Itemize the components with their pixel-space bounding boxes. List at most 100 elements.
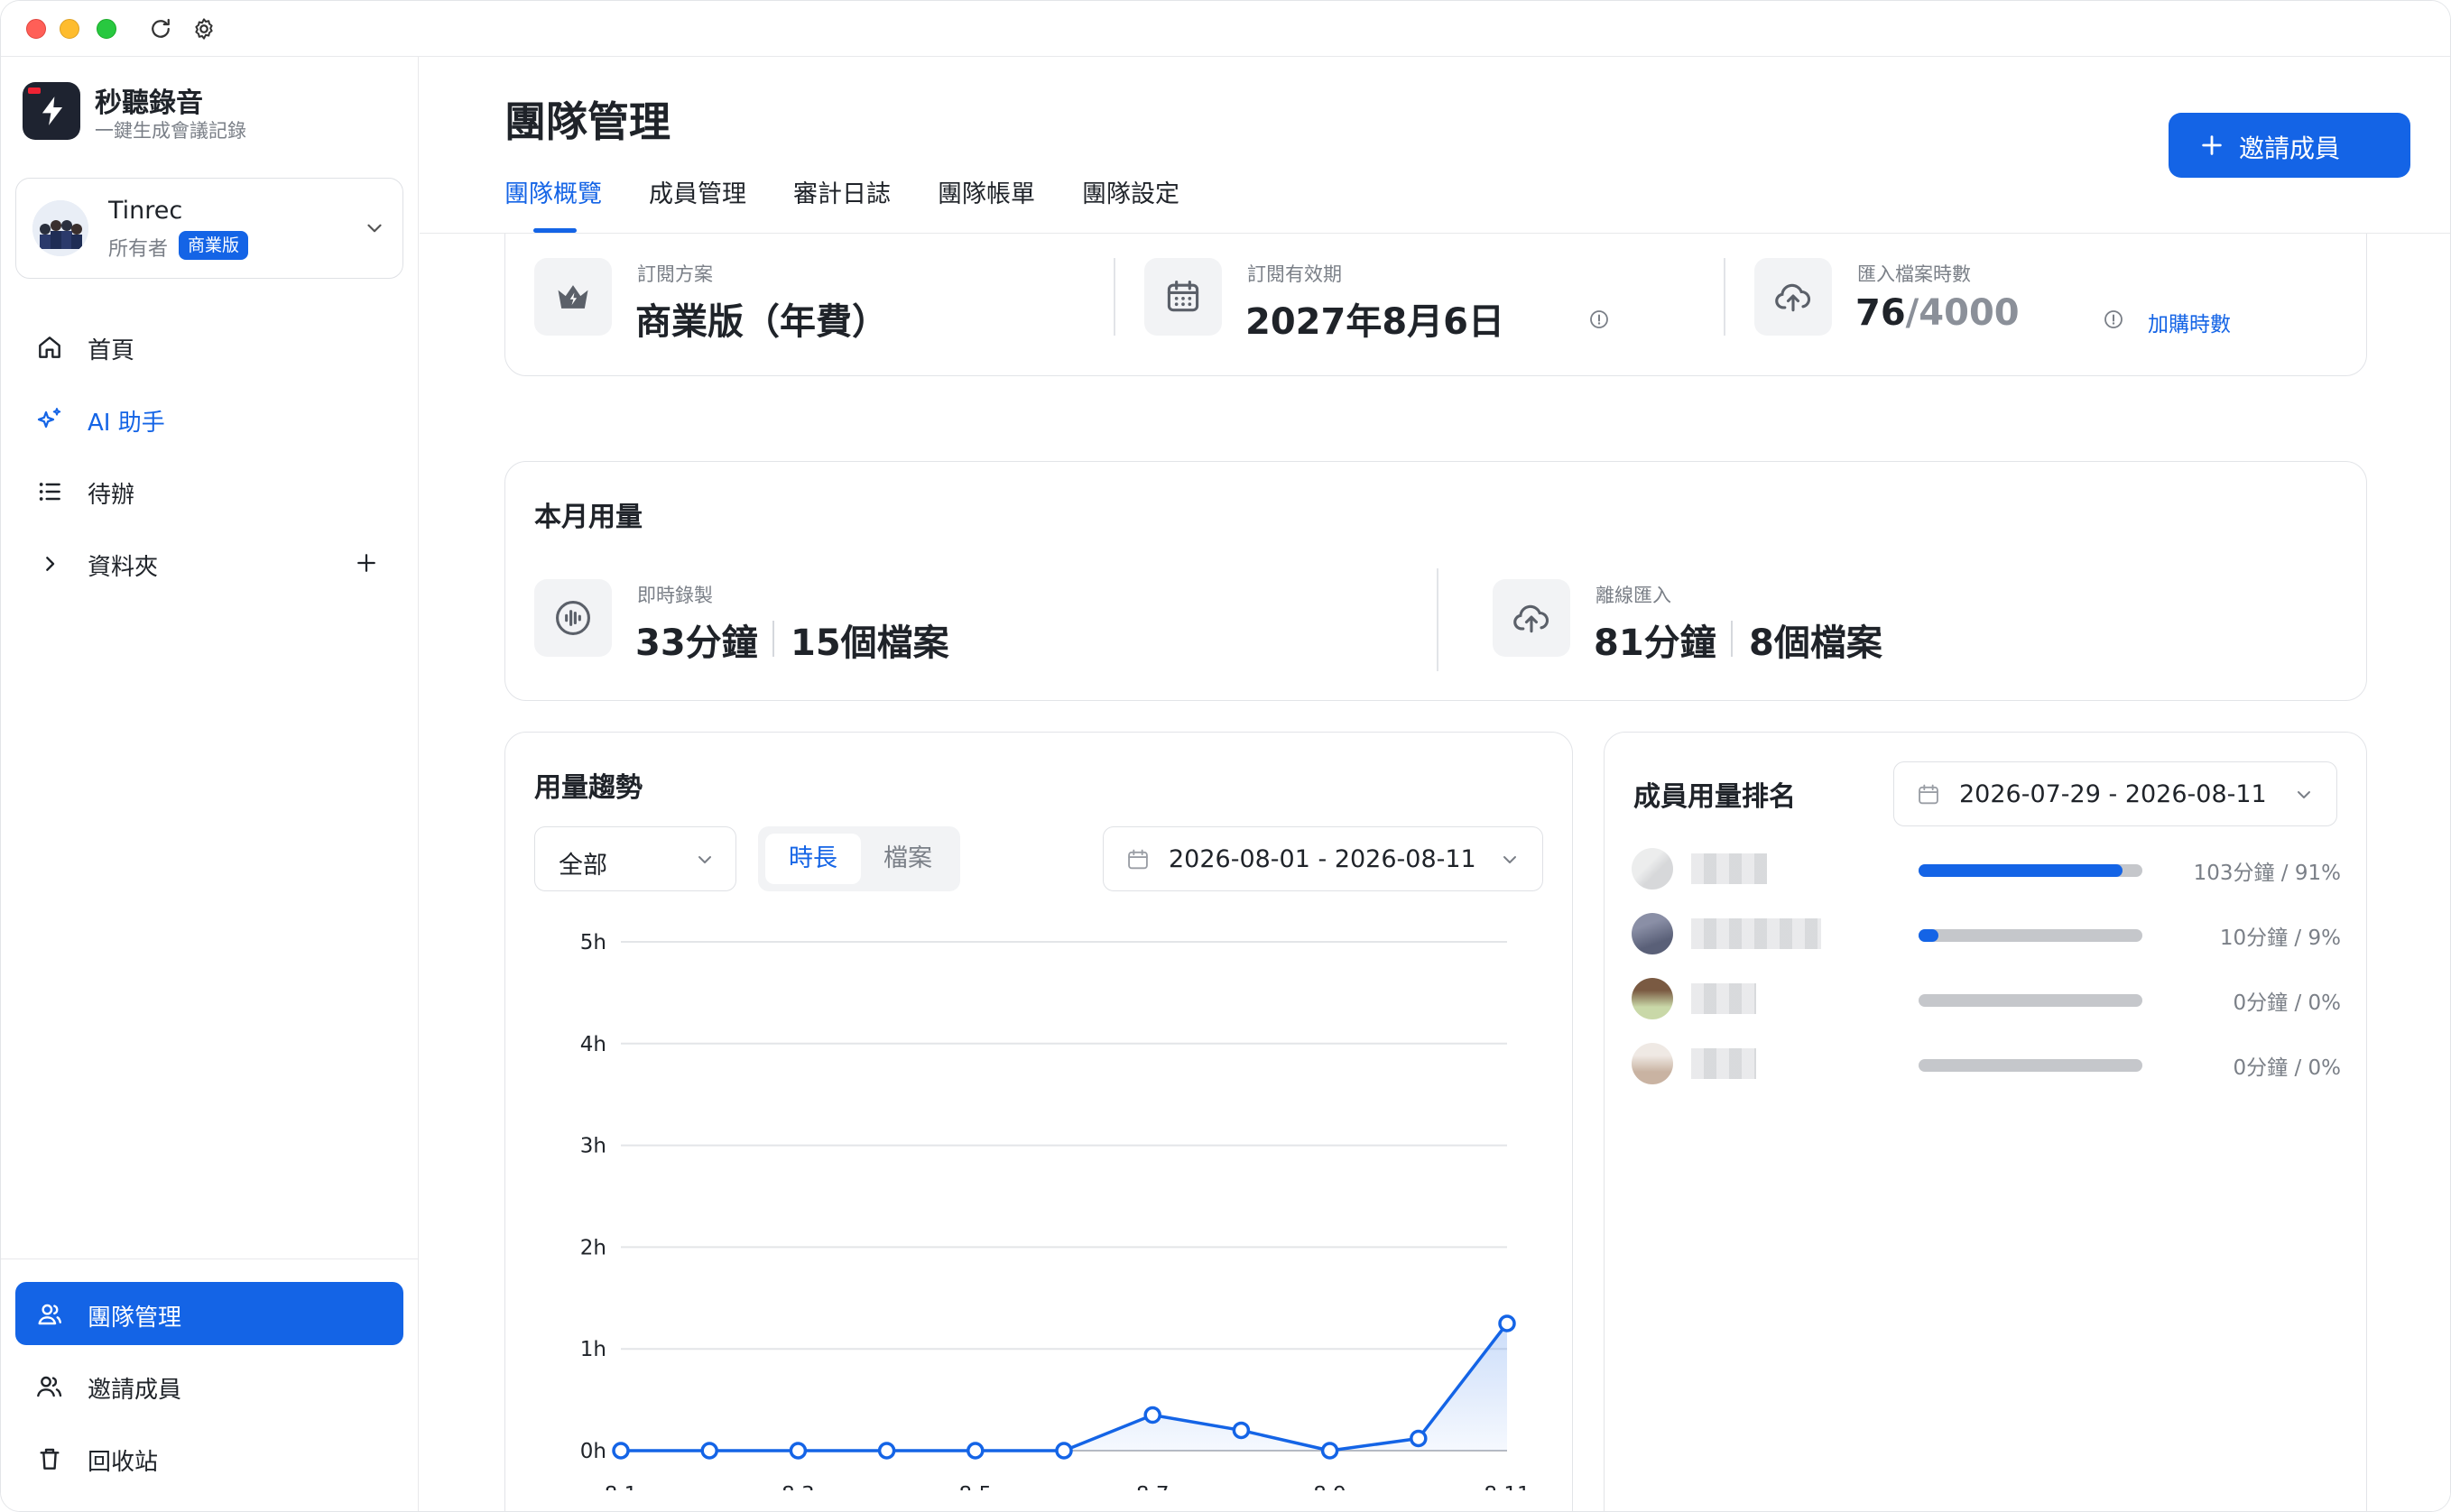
member-filter-select[interactable]: 全部: [534, 826, 736, 891]
y-tick-label: 3h: [580, 1135, 606, 1158]
member-name-redacted: [1691, 983, 1756, 1014]
ranking-row: 103分鐘 / 91%: [1632, 841, 2341, 895]
data-point: [877, 1442, 896, 1460]
usage-bar-fill: [1919, 864, 2123, 877]
x-tick-label: 8.5: [959, 1483, 993, 1490]
usage-trend-chart: 0h 1h 2h 3h 4h 5h 8.1 8.3 8.5 8.7 8.9 8.11: [580, 931, 1531, 1490]
buy-hours-link[interactable]: 加購時數: [2148, 307, 2231, 337]
import-label: 匯入檔案時數: [1857, 263, 1971, 285]
info-icon[interactable]: [2103, 309, 2124, 330]
sidebar-item-label: 資料夾: [88, 554, 159, 581]
ranking-date-range: 2026-07-29 - 2026-08-11: [1959, 780, 2267, 808]
usage-trend-title: 用量趨勢: [534, 772, 643, 804]
live-files: 15個檔案: [791, 622, 949, 664]
refresh-icon[interactable]: [147, 15, 174, 42]
calendar-icon: [1919, 784, 1938, 805]
usage-value: 0分鐘 / 0%: [2233, 1056, 2342, 1080]
import-hours-value: 76/4000: [1855, 292, 2020, 334]
member-avatar: [1632, 848, 1673, 890]
segment-duration[interactable]: 時長: [765, 834, 861, 884]
live-minutes: 33分鐘: [635, 622, 758, 664]
expiry-value: 2027年8月6日: [1245, 301, 1504, 343]
app-logo: [23, 82, 80, 140]
sidebar-item-todo[interactable]: 待辦: [15, 459, 403, 522]
zoom-window-button[interactable]: [97, 19, 116, 39]
tab-overview[interactable]: 團隊概覽: [504, 174, 602, 209]
ranking-date-range-picker[interactable]: 2026-07-29 - 2026-08-11: [1893, 761, 2337, 826]
divider: [1724, 258, 1725, 336]
ranking-title: 成員用量排名: [1633, 781, 1796, 813]
data-point: [967, 1442, 985, 1460]
invite-button-label: 邀請成員: [2239, 134, 2341, 163]
sidebar-item-team-management[interactable]: 團隊管理: [15, 1282, 403, 1345]
sidebar-item-ai-assistant[interactable]: AI 助手: [15, 387, 403, 450]
app-window: 秒聽錄音 一鍵生成會議記錄 Tinrec 所有者 商業版 首頁 AI 助手 待辦…: [0, 0, 2451, 1512]
plan-icon-box: [534, 258, 612, 336]
data-point: [1055, 1442, 1073, 1460]
sidebar-item-label: 待辦: [88, 482, 135, 509]
y-tick-label: 5h: [580, 931, 606, 954]
plan-value: 商業版（年費）: [635, 301, 888, 343]
plus-icon: [2202, 135, 2222, 155]
tab-audit-log[interactable]: 審計日誌: [793, 174, 891, 209]
data-point: [1410, 1429, 1428, 1448]
sidebar-item-label: 團隊管理: [88, 1305, 182, 1332]
chevron-right-icon[interactable]: [35, 549, 64, 578]
info-icon[interactable]: [1588, 309, 1610, 330]
tab-settings[interactable]: 團隊設定: [1082, 174, 1179, 209]
usage-bar: [1919, 1059, 2142, 1072]
member-name-redacted: [1691, 853, 1767, 884]
sidebar-item-label: 回收站: [88, 1449, 159, 1476]
trend-date-range-picker[interactable]: 2026-08-01 - 2026-08-11: [1103, 826, 1543, 891]
tab-billing[interactable]: 團隊帳單: [938, 174, 1035, 209]
member-filter-value: 全部: [559, 852, 607, 880]
usage-bar: [1919, 994, 2142, 1007]
gear-icon[interactable]: [190, 15, 217, 42]
content-scroll-area[interactable]: 訂閱方案 商業版（年費） 訂閱有效期 2027年8月6日 匯入檔案時數 76/4…: [420, 234, 2450, 1511]
sidebar-item-folders[interactable]: 資料夾: [15, 531, 403, 595]
usage-value: 103分鐘 / 91%: [2193, 862, 2341, 885]
x-tick-label: 8.1: [605, 1483, 638, 1490]
close-window-button[interactable]: [26, 19, 46, 39]
member-name-redacted: [1691, 1048, 1756, 1079]
sidebar-item-trash[interactable]: 回收站: [15, 1426, 403, 1489]
page-title: 團隊管理: [504, 97, 671, 146]
account-role: 所有者: [108, 238, 169, 261]
trend-date-range: 2026-08-01 - 2026-08-11: [1169, 845, 1476, 873]
lightning-icon: [42, 97, 63, 125]
member-name-redacted: [1691, 918, 1821, 949]
member-avatar: [1632, 913, 1673, 954]
ranking-row: 0分鐘 / 0%: [1632, 1036, 2341, 1090]
usage-bar: [1919, 929, 2142, 942]
account-name: Tinrec: [108, 197, 183, 225]
segment-files[interactable]: 檔案: [861, 834, 955, 884]
import-total: /4000: [1905, 292, 2020, 334]
metric-toggle: 時長 檔案: [758, 826, 960, 891]
member-ranking-card: 成員用量排名 2026-07-29 - 2026-08-11 103分鐘 / 9…: [1604, 732, 2367, 1511]
data-point: [1498, 1314, 1516, 1332]
member-avatar: [1632, 1043, 1673, 1084]
y-tick-label: 2h: [580, 1236, 606, 1259]
app-tagline: 一鍵生成會議記錄: [95, 120, 246, 142]
minimize-window-button[interactable]: [60, 19, 79, 39]
calendar-icon: [1128, 849, 1148, 870]
live-icon-box: [534, 579, 612, 657]
usage-line: [621, 1322, 1509, 1452]
sidebar-item-invite-members[interactable]: 邀請成員: [15, 1354, 403, 1417]
add-folder-icon[interactable]: [353, 549, 380, 576]
audio-wave-icon: [556, 601, 590, 635]
sidebar-divider: [1, 1258, 419, 1259]
divider: [1437, 568, 1438, 671]
chevron-down-icon: [367, 224, 382, 233]
divider: [1114, 258, 1115, 336]
invite-member-button[interactable]: 邀請成員: [2169, 113, 2410, 178]
tab-members[interactable]: 成員管理: [649, 174, 746, 209]
sidebar-item-home[interactable]: 首頁: [15, 315, 403, 378]
member-avatar: [1632, 978, 1673, 1019]
usage-bar: [1919, 864, 2142, 877]
divider: [772, 621, 774, 657]
account-switcher[interactable]: Tinrec 所有者 商業版: [15, 178, 403, 279]
usage-bar-fill: [1919, 929, 1939, 942]
subscription-card: 訂閱方案 商業版（年費） 訂閱有效期 2027年8月6日 匯入檔案時數 76/4…: [504, 234, 2367, 376]
ranking-row: 0分鐘 / 0%: [1632, 971, 2341, 1025]
